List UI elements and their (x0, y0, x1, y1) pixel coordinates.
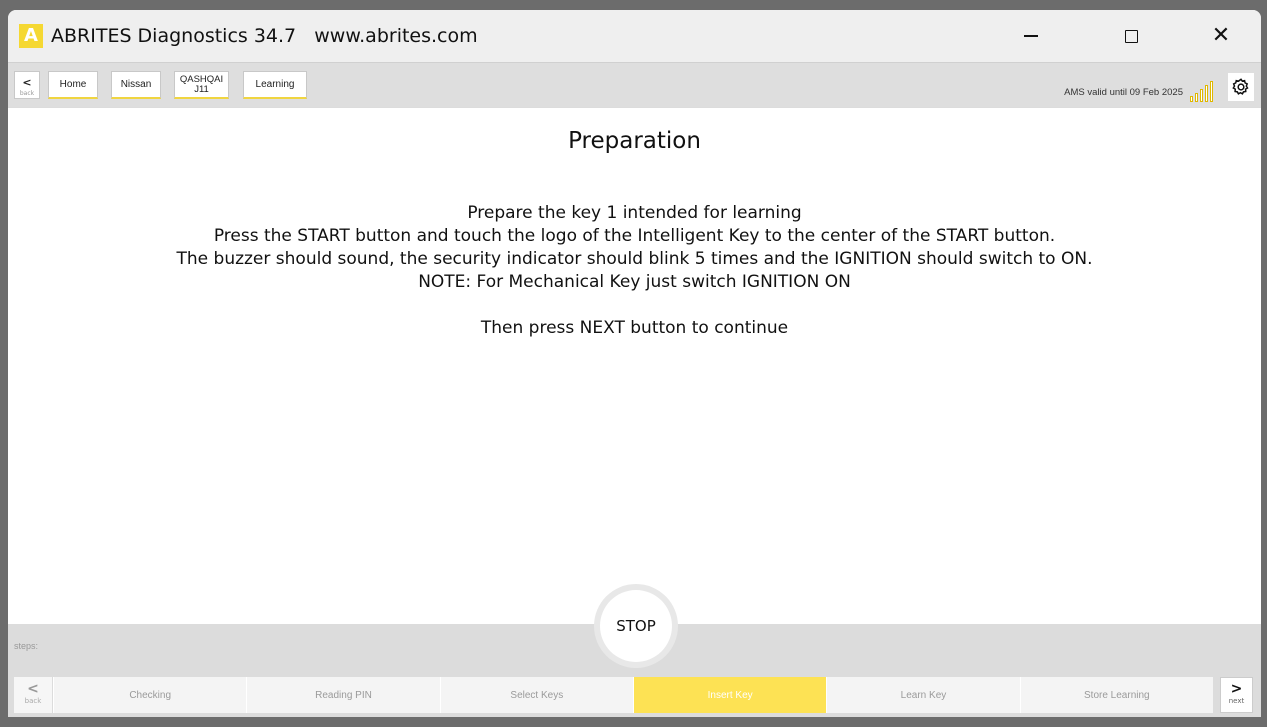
step-back-button[interactable]: < back (14, 677, 52, 713)
chevron-left-icon: < (27, 681, 39, 697)
app-window: A ABRITES Diagnostics 34.7 www.abrites.c… (8, 10, 1261, 717)
nav-back-button[interactable]: < back (14, 71, 40, 99)
next-label: next (1228, 697, 1245, 705)
breadcrumb-learning[interactable]: Learning (243, 71, 307, 99)
minimize-icon (1024, 35, 1038, 37)
breadcrumb-model-code: J11 (194, 83, 209, 95)
chevron-right-icon: > (1230, 681, 1243, 697)
step-insert-key: Insert Key (632, 677, 827, 713)
settings-button[interactable] (1228, 73, 1254, 101)
step-select-keys: Select Keys (439, 677, 633, 713)
stop-button[interactable]: STOP (600, 590, 672, 662)
breadcrumb-nissan[interactable]: Nissan (111, 71, 161, 99)
page-title: Preparation (568, 128, 701, 154)
instruction-line: Prepare the key 1 intended for learning (467, 203, 802, 223)
nav-back-label: back (19, 90, 35, 97)
step-progress: Checking Reading PIN Select Keys Insert … (53, 677, 1213, 713)
instruction-line: Then press NEXT button to continue (480, 318, 789, 338)
breadcrumb-qashqai[interactable]: QASHQAI J11 (174, 71, 229, 99)
step-checking: Checking (53, 677, 247, 713)
window-title: ABRITES Diagnostics 34.7 www.abrites.com (51, 25, 478, 47)
close-button[interactable]: ✕ (1203, 22, 1239, 50)
close-icon: ✕ (1211, 23, 1231, 48)
breadcrumb-bar: < back Home Nissan QASHQAI J11 Learning … (8, 63, 1261, 107)
breadcrumb-home[interactable]: Home (48, 71, 98, 99)
step-back-label: back (24, 697, 42, 705)
instruction-line: NOTE: For Mechanical Key just switch IGN… (418, 272, 851, 292)
signal-strength-icon (1190, 80, 1216, 102)
title-bar: A ABRITES Diagnostics 34.7 www.abrites.c… (8, 10, 1261, 63)
steps-label: steps: (14, 641, 39, 651)
step-store-learning: Store Learning (1019, 677, 1213, 713)
step-reading-pin: Reading PIN (246, 677, 440, 713)
gear-icon (1232, 78, 1249, 95)
next-button[interactable]: > next (1220, 677, 1253, 713)
ams-status: AMS valid until 09 Feb 2025 (1064, 87, 1183, 98)
main-content: Preparation Prepare the key 1 intended f… (8, 108, 1261, 624)
maximize-icon (1124, 29, 1138, 43)
maximize-button[interactable] (1113, 22, 1149, 50)
instruction-line: The buzzer should sound, the security in… (176, 249, 1093, 269)
minimize-button[interactable] (1013, 22, 1049, 50)
instruction-line: Press the START button and touch the log… (213, 226, 1056, 246)
step-learn-key: Learn Key (826, 677, 1020, 713)
chevron-left-icon: < (22, 76, 32, 89)
abrites-logo-icon: A (19, 24, 43, 48)
instructions: Prepare the key 1 intended for learning … (8, 202, 1261, 340)
breadcrumb-model-label: QASHQAI (179, 73, 224, 85)
